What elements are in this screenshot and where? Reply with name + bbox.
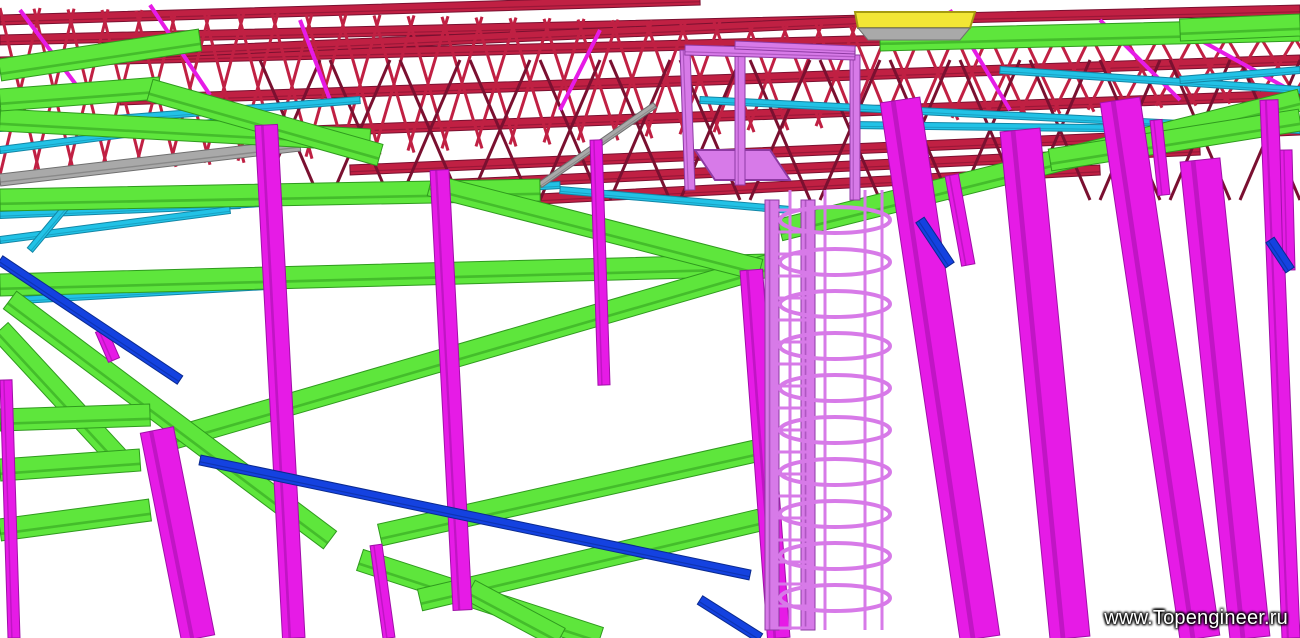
steel-column	[999, 127, 1091, 638]
watermark-text: www.Topengineer.ru	[1104, 607, 1288, 629]
handrail-post	[734, 54, 746, 186]
handrail-post	[849, 54, 861, 201]
ladder-cage-hoop	[778, 247, 892, 277]
ladder-cage-hoop	[778, 289, 892, 319]
ladder-cage-hoop	[778, 457, 892, 487]
structural-3d-model-view	[0, 0, 1300, 638]
roof-details	[853, 11, 977, 41]
main-beam	[0, 498, 153, 542]
steel-column	[1259, 99, 1300, 638]
ladder-cage-hoop	[778, 583, 892, 613]
ladder-cage-hoop	[778, 541, 892, 571]
secondary-beam	[1179, 65, 1300, 85]
steel-column	[429, 168, 473, 612]
roof-hatch-frame	[856, 27, 972, 41]
main-beam	[1179, 13, 1300, 42]
ladder-cage-hoop	[778, 373, 892, 403]
ladder-rail	[764, 199, 780, 631]
ladder-cage-hoop	[778, 499, 892, 529]
roof-hatch	[853, 11, 977, 29]
bracing-member	[696, 595, 764, 638]
grey-channel-beam-flange-line	[0, 146, 301, 183]
main-beam	[0, 403, 151, 432]
ladder-cage-hoop	[778, 331, 892, 361]
